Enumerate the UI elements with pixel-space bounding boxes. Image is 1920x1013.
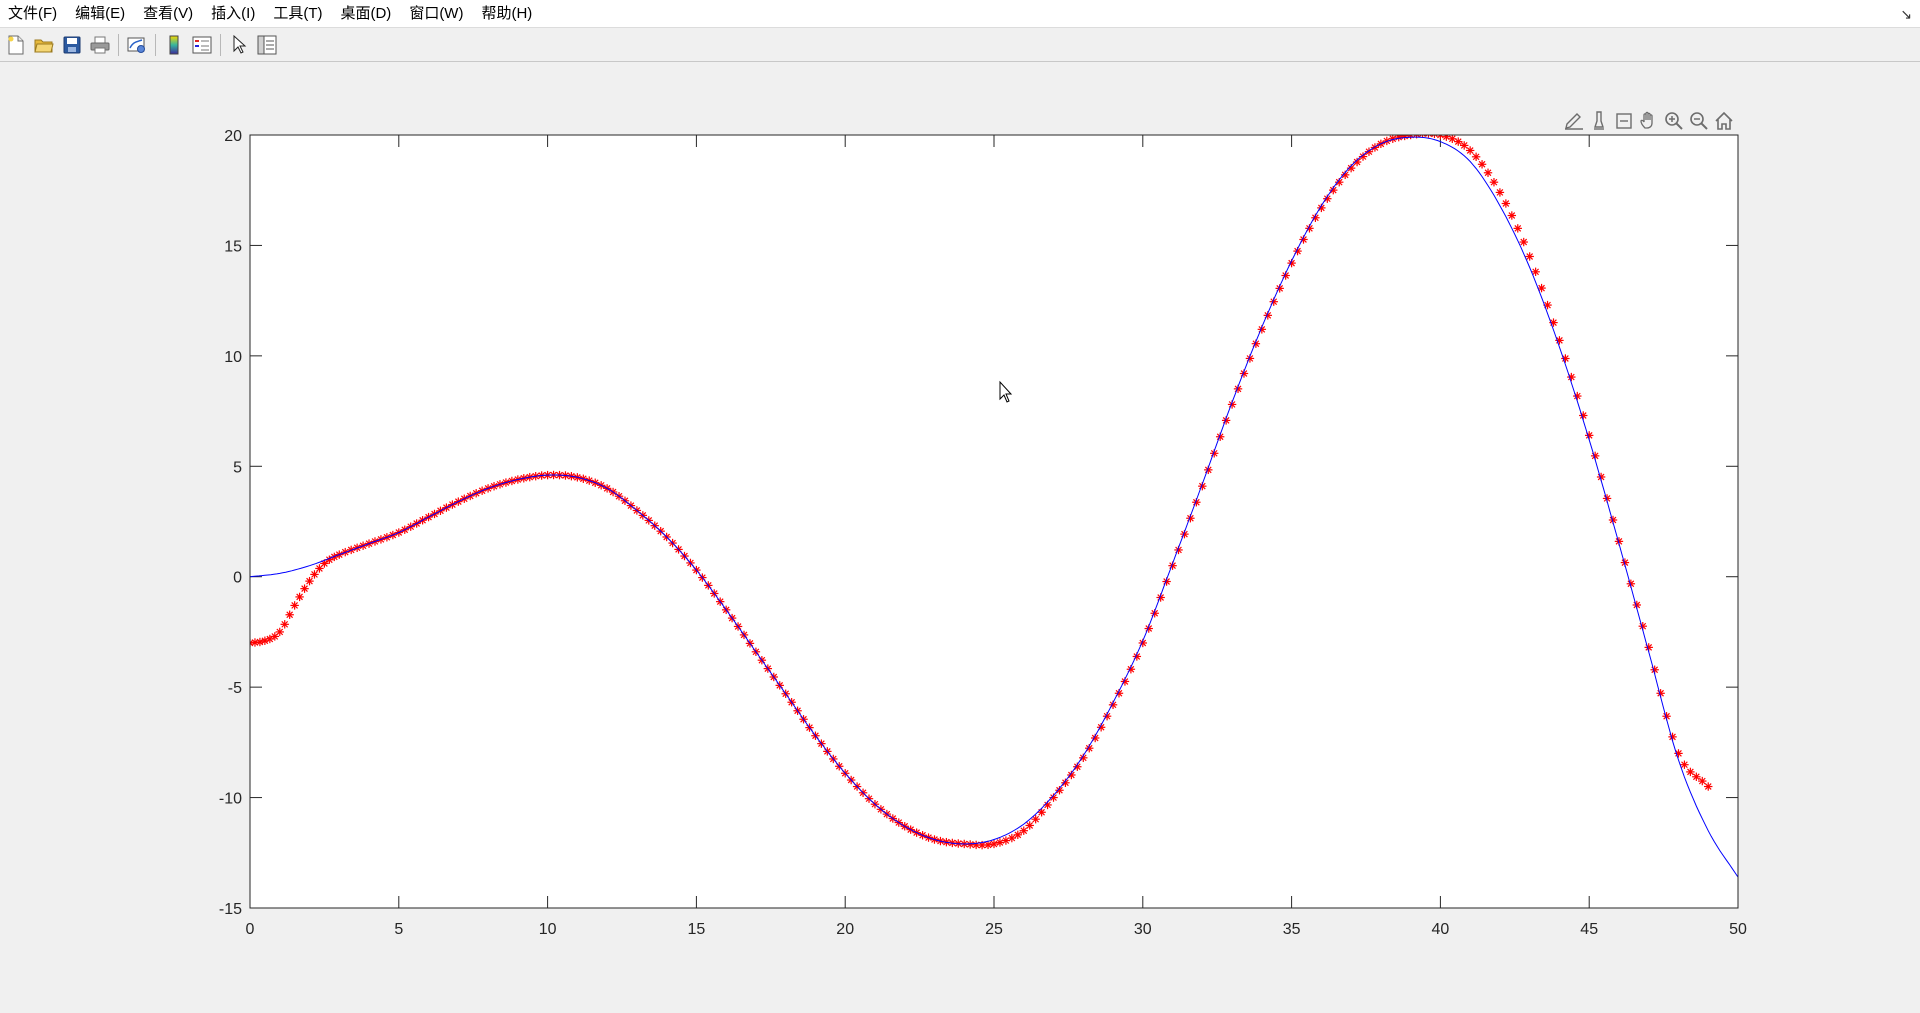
data-point-marker <box>295 592 304 602</box>
data-point-marker <box>300 584 309 593</box>
x-tick-label: 20 <box>836 921 854 938</box>
data-point-marker <box>1460 141 1469 150</box>
axes-background[interactable] <box>250 135 1738 908</box>
x-tick-label: 5 <box>394 921 403 938</box>
data-point-marker <box>290 601 299 610</box>
y-tick-label: 5 <box>233 459 242 476</box>
data-point-marker <box>1477 160 1487 169</box>
data-point-marker <box>1067 770 1076 780</box>
data-point-marker <box>1061 778 1070 787</box>
data-point-marker <box>995 838 1005 847</box>
data-point-marker <box>310 570 319 579</box>
data-point-marker <box>1400 135 1409 141</box>
x-tick-label: 25 <box>985 921 1003 938</box>
data-point-marker <box>1501 199 1511 208</box>
y-tick-label: -5 <box>228 680 242 697</box>
y-tick-label: 10 <box>224 349 242 366</box>
y-tick-label: -15 <box>219 901 242 918</box>
data-point-marker <box>1686 767 1695 777</box>
data-point-marker <box>285 610 294 619</box>
data-point-marker <box>989 839 999 849</box>
y-tick-label: 15 <box>224 238 242 255</box>
data-point-marker <box>1454 137 1463 146</box>
data-point-marker <box>1513 224 1522 233</box>
data-point-marker <box>1442 135 1451 141</box>
x-tick-label: 40 <box>1432 921 1450 938</box>
x-tick-label: 45 <box>1580 921 1598 938</box>
data-point-marker <box>1692 772 1701 781</box>
data-point-marker <box>305 576 314 586</box>
x-tick-label: 15 <box>688 921 706 938</box>
y-tick-label: 0 <box>233 570 242 587</box>
data-point-marker <box>1013 830 1023 840</box>
data-point-marker <box>1037 808 1046 817</box>
data-point-marker <box>1704 782 1713 791</box>
data-point-marker <box>1483 168 1493 177</box>
data-point-marker <box>1394 135 1403 142</box>
y-tick-label: -10 <box>219 791 242 808</box>
data-point-marker <box>1519 237 1528 247</box>
plot-canvas: 0 5 10 15 20 25 30 35 40 45 50 -15 -10 -5 0 5 10 15 20 <box>219 128 1747 938</box>
data-point-marker <box>1579 411 1588 420</box>
data-point-marker <box>280 620 289 629</box>
x-tick-label: 50 <box>1729 921 1747 938</box>
y-tick-label: 20 <box>224 128 242 145</box>
data-point-marker <box>275 627 284 637</box>
x-tick-label: 35 <box>1283 921 1301 938</box>
x-tick-label: 0 <box>246 921 255 938</box>
x-tick-label: 30 <box>1134 921 1152 938</box>
x-tick-label: 10 <box>539 921 557 938</box>
data-point-marker <box>1055 786 1064 795</box>
data-point-marker <box>1025 821 1034 830</box>
